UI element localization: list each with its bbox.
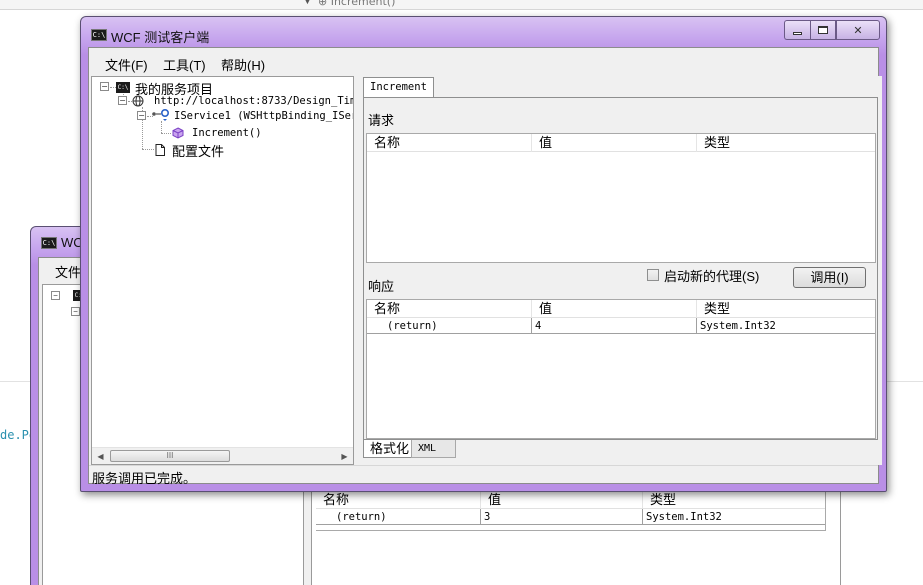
tree-line: [161, 121, 162, 133]
interface-icon: [151, 108, 171, 122]
tab-xml[interactable]: XML: [411, 440, 456, 458]
response-area: 名称 值 类型 (return) 3 System.Int32: [311, 484, 841, 585]
column-name[interactable]: 名称: [367, 300, 532, 318]
invoke-button[interactable]: 调用(I): [793, 267, 866, 288]
grid-header: 名称 值 类型: [316, 491, 825, 509]
status-bar: 服务调用已完成。: [89, 465, 878, 486]
response-grid[interactable]: 名称 值 类型 (return) 3 System.Int32: [316, 491, 826, 531]
cell-value[interactable]: 3: [481, 509, 643, 525]
collapse-icon[interactable]: −: [51, 291, 60, 300]
new-proxy-checkbox[interactable]: [647, 269, 659, 281]
grid-header: 名称 值 类型: [367, 300, 875, 318]
grid-header: 名称 值 类型: [367, 134, 875, 152]
menu-tools[interactable]: 工具(T): [163, 55, 206, 74]
operation-panel: Increment 请求 名称 值 类型 响应 启动新的代理(S) 调用(I) …: [361, 76, 882, 465]
maximize-button[interactable]: [810, 20, 836, 40]
tree-item-config[interactable]: 配置文件: [172, 141, 224, 160]
tree-item-contract[interactable]: IService1 (WSHttpBinding_IServ: [174, 110, 353, 122]
table-row[interactable]: (return) 4 System.Int32: [367, 318, 875, 334]
scroll-thumb[interactable]: III: [110, 450, 230, 462]
console-icon: C:\: [91, 29, 107, 41]
service-tree[interactable]: − C:\ 我的服务项目 − http://localhost:8733/Des…: [91, 76, 354, 465]
column-value[interactable]: 值: [481, 491, 643, 509]
request-grid[interactable]: 名称 值 类型: [366, 133, 876, 263]
console-icon: C:\: [41, 237, 57, 249]
cell-name: (return): [316, 509, 481, 525]
minimize-icon: [793, 31, 802, 35]
cell-name: (return): [367, 318, 532, 334]
cell-value[interactable]: 4: [532, 318, 697, 334]
ide-navigation-bar: ▼ ⊕ Increment(): [0, 0, 923, 10]
chevron-down-icon[interactable]: ▼: [303, 0, 312, 6]
tree-item-operation[interactable]: Increment(): [192, 127, 262, 139]
tab-increment[interactable]: Increment: [363, 77, 434, 98]
document-icon: [154, 143, 166, 156]
menu-file[interactable]: 文件(F): [105, 55, 148, 74]
title-bar[interactable]: C:\ WCF 测试客户端 ✕: [81, 17, 886, 45]
column-name[interactable]: 名称: [316, 491, 481, 509]
new-proxy-label[interactable]: 启动新的代理(S): [664, 266, 759, 285]
column-value[interactable]: 值: [532, 134, 697, 152]
member-dropdown[interactable]: ⊕ Increment(): [318, 0, 395, 8]
table-row[interactable]: (return) 3 System.Int32: [316, 509, 825, 525]
tab-formatted[interactable]: 格式化: [363, 440, 417, 458]
collapse-icon[interactable]: −: [118, 96, 127, 105]
tree-line: [142, 149, 154, 150]
window-title: WCF 测试客户端: [111, 30, 210, 45]
response-label: 响应: [368, 279, 395, 294]
scroll-left-icon[interactable]: ◀: [92, 448, 109, 464]
column-type[interactable]: 类型: [643, 491, 826, 509]
horizontal-scrollbar[interactable]: ◀ III ▶: [92, 447, 353, 464]
request-label: 请求: [368, 113, 395, 128]
globe-icon: [131, 94, 145, 108]
column-type[interactable]: 类型: [697, 134, 877, 152]
minimize-button[interactable]: [784, 20, 810, 40]
cell-type: System.Int32: [700, 320, 776, 332]
cell-type: System.Int32: [646, 511, 722, 523]
collapse-icon[interactable]: −: [137, 111, 146, 120]
column-name[interactable]: 名称: [367, 134, 532, 152]
status-text: 服务调用已完成。: [92, 471, 197, 486]
close-icon: ✕: [853, 23, 863, 37]
menu-bar: 文件(F) 工具(T) 帮助(H): [89, 48, 878, 75]
caption-buttons: ✕: [784, 20, 880, 40]
tree-line: [161, 133, 171, 134]
column-value[interactable]: 值: [532, 300, 697, 318]
menu-help[interactable]: 帮助(H): [221, 55, 265, 74]
column-type[interactable]: 类型: [697, 300, 877, 318]
tab-page: 请求 名称 值 类型 响应 启动新的代理(S) 调用(I) 名称 值 类型 (r…: [363, 97, 878, 440]
close-button[interactable]: ✕: [836, 20, 880, 40]
scroll-right-icon[interactable]: ▶: [336, 448, 353, 464]
tree-item-endpoint[interactable]: http://localhost:8733/Design_Time: [154, 95, 353, 107]
console-icon: C:\: [116, 82, 130, 93]
collapse-icon[interactable]: −: [71, 307, 80, 316]
collapse-icon[interactable]: −: [100, 82, 109, 91]
response-grid[interactable]: 名称 值 类型 (return) 4 System.Int32: [366, 299, 876, 439]
maximize-icon: [818, 26, 828, 34]
wcf-client-window[interactable]: C:\ WCF 测试客户端 ✕ 文件(F) 工具(T) 帮助(H) − C:\ …: [80, 16, 887, 492]
method-cube-icon: [171, 126, 185, 140]
window-client: 文件(F) 工具(T) 帮助(H) − C:\ 我的服务项目 − http://: [88, 47, 882, 486]
